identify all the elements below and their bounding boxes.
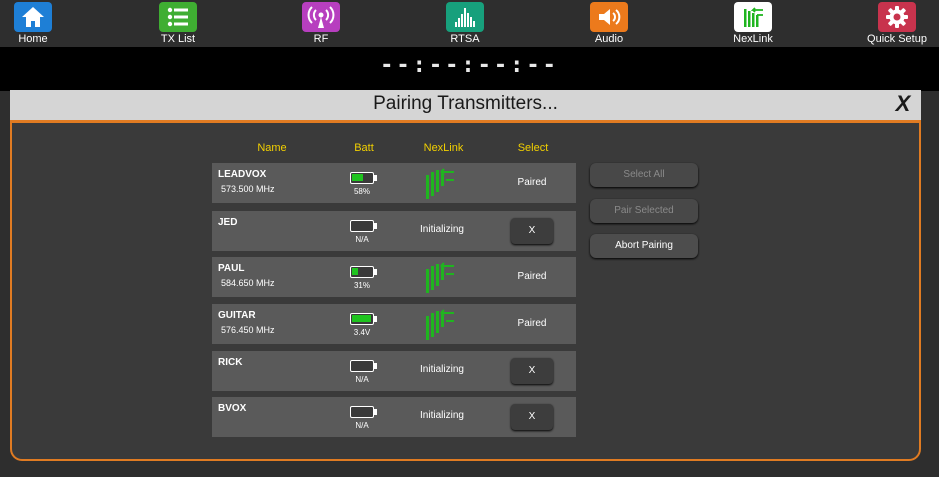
transmitter-name: GUITAR [218,310,256,321]
battery-fill [352,268,358,275]
transmitter-name: BVOX [218,403,247,414]
nav-rf[interactable]: RF [281,0,361,47]
nexlink-icon [734,2,772,32]
gear-icon [878,2,916,32]
top-navigation: Home TX List RF RTSA Audio NexLink Quick… [0,0,939,47]
nav-rtsa[interactable]: RTSA [425,0,505,47]
battery-indicator: 3.4V [350,313,380,343]
nexlink-status: Initializing [420,410,464,421]
transmitter-row: JED N/A Initializing X [212,211,576,251]
pairing-dialog: Pairing Transmitters... X Name Batt NexL… [10,90,921,461]
nav-quick-setup[interactable]: Quick Setup [857,0,937,47]
battery-icon [350,360,374,372]
transmitter-name: PAUL [218,263,245,274]
battery-indicator: N/A [350,220,380,250]
battery-text: N/A [355,421,369,430]
transmitter-name: RICK [218,357,243,368]
battery-indicator: 31% [350,266,380,296]
paired-status: Paired [517,177,547,188]
battery-tip [374,175,377,181]
nav-tx-list[interactable]: TX List [138,0,218,47]
transmitter-row: RICK N/A Initializing X [212,351,576,391]
transmitter-row: LEADVOX 573.500 MHz 58% Paired [212,163,576,203]
nav-quick-setup-label: Quick Setup [867,33,927,45]
column-header-name: Name [257,142,287,154]
paired-status: Paired [517,271,547,282]
transmitter-frequency: 584.650 MHz [221,278,275,288]
close-button[interactable]: X [891,91,915,117]
abort-pairing-button[interactable]: Abort Pairing [590,234,698,258]
battery-text: 31% [353,281,370,290]
nexlink-status: Initializing [420,224,464,235]
nav-home[interactable]: Home [0,0,73,47]
battery-text: 58% [353,187,370,196]
nav-home-label: Home [18,33,48,45]
battery-icon [350,266,374,278]
nexlink-icon [424,167,456,201]
nav-audio[interactable]: Audio [569,0,649,47]
select-toggle-button[interactable]: X [511,358,553,384]
nav-rf-label: RF [313,33,329,45]
transmitter-frequency: 573.500 MHz [221,184,275,194]
transmitter-row: GUITAR 576.450 MHz 3.4V Paired [212,304,576,344]
speaker-icon [590,2,628,32]
battery-fill [352,174,363,181]
battery-indicator: 58% [350,172,380,202]
battery-tip [374,223,377,229]
battery-text: 3.4V [353,328,371,337]
nav-nexlink-label: NexLink [733,33,773,45]
battery-text: N/A [355,235,369,244]
battery-indicator: N/A [350,360,380,390]
pair-selected-button[interactable]: Pair Selected [590,199,698,223]
list-icon [159,2,197,32]
battery-icon [350,406,374,418]
transmitter-row: BVOX N/A Initializing X [212,397,576,437]
nav-rtsa-label: RTSA [450,33,480,45]
nav-nexlink[interactable]: NexLink [713,0,793,47]
battery-indicator: N/A [350,406,380,436]
battery-tip [374,409,377,415]
nav-audio-label: Audio [594,33,624,45]
battery-text: N/A [355,375,369,384]
time-bar: --:--:--:-- [0,47,939,91]
transmitter-row: PAUL 584.650 MHz 31% Paired [212,257,576,297]
dialog-header: Pairing Transmitters... X [10,90,921,123]
column-header-nexlink: NexLink [423,142,464,154]
transmitter-name: JED [218,217,238,228]
home-icon [14,2,52,32]
battery-icon [350,220,374,232]
dialog-title: Pairing Transmitters... [373,93,558,114]
battery-tip [374,363,377,369]
antenna-icon [302,2,340,32]
battery-icon [350,313,374,325]
paired-status: Paired [517,318,547,329]
nexlink-icon [424,308,456,342]
select-all-button[interactable]: Select All [590,163,698,187]
column-header-batt: Batt [354,142,374,154]
transmitter-name: LEADVOX [218,169,267,180]
battery-tip [374,316,377,322]
column-header-select: Select [517,142,549,154]
transmitter-frequency: 576.450 MHz [221,325,275,335]
nexlink-status: Initializing [420,364,464,375]
battery-icon [350,172,374,184]
select-toggle-button[interactable]: X [511,218,553,244]
battery-fill [352,315,371,322]
select-toggle-button[interactable]: X [511,404,553,430]
time-display: --:--:--:-- [380,53,559,78]
nav-tx-list-label: TX List [160,33,196,45]
nexlink-icon [424,261,456,295]
spectrum-icon [446,2,484,32]
battery-tip [374,269,377,275]
